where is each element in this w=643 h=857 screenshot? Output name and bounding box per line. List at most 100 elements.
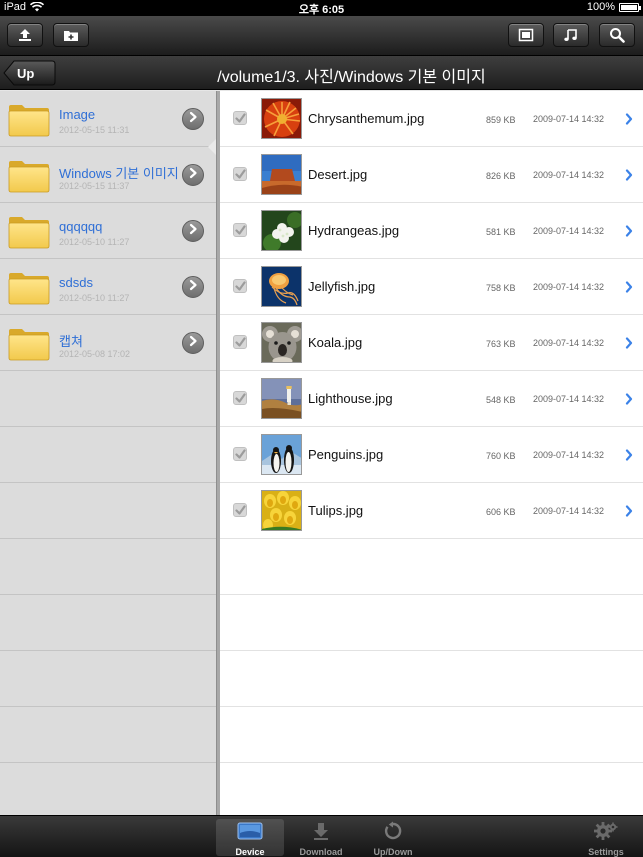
chevron-right-icon[interactable] (625, 336, 633, 354)
file-name: Lighthouse.jpg (308, 391, 393, 406)
chevron-right-icon[interactable] (625, 168, 633, 186)
file-thumbnail (261, 434, 302, 475)
disclosure-button[interactable] (182, 276, 204, 298)
tab-bar: Device Download Up/Down Settings (0, 815, 643, 857)
file-thumbnail (261, 98, 302, 139)
file-row[interactable]: Desert.jpg 826 KB 2009-07-14 14:32 (220, 147, 643, 203)
status-bar: iPad 오후 6:05 100% (0, 0, 643, 16)
folder-date: 2012-05-10 11:27 (59, 237, 130, 247)
chevron-right-icon[interactable] (625, 448, 633, 466)
file-name: Hydrangeas.jpg (308, 223, 400, 238)
folder-item[interactable]: sdsds 2012-05-10 11:27 (0, 259, 216, 315)
file-date: 2009-07-14 14:32 (533, 450, 605, 460)
music-button[interactable] (553, 23, 589, 47)
folder-icon (8, 271, 50, 310)
updown-icon (359, 821, 427, 841)
gear-icon (572, 821, 640, 841)
folder-item[interactable]: Windows 기본 이미지 2012-05-15 11:37 (0, 147, 216, 203)
folder-item[interactable]: Image 2012-05-15 11:31 (0, 91, 216, 147)
folder-icon (8, 159, 50, 198)
search-button[interactable] (599, 23, 635, 47)
disclosure-button[interactable] (182, 164, 204, 186)
tab-label: Settings (588, 847, 624, 857)
new-folder-button[interactable] (53, 23, 89, 47)
file-row[interactable]: Hydrangeas.jpg 581 KB 2009-07-14 14:32 (220, 203, 643, 259)
file-size: 758 KB (486, 283, 516, 293)
file-date: 2009-07-14 14:32 (533, 114, 605, 124)
file-thumbnail (261, 154, 302, 195)
tab-updown[interactable]: Up/Down (359, 819, 427, 857)
file-checkbox[interactable] (233, 279, 247, 293)
file-size: 581 KB (486, 227, 516, 237)
upload-icon (19, 29, 31, 41)
chevron-right-icon[interactable] (625, 224, 633, 242)
chevron-right-icon (188, 278, 198, 296)
file-checkbox[interactable] (233, 167, 247, 181)
upload-button[interactable] (7, 23, 43, 47)
tab-device[interactable]: Device (216, 819, 284, 857)
file-thumbnail (261, 378, 302, 419)
disclosure-button[interactable] (182, 108, 204, 130)
file-checkbox[interactable] (233, 447, 247, 461)
window-icon (518, 28, 534, 42)
status-time: 오후 6:05 (298, 4, 345, 16)
folder-item[interactable]: 캡쳐 2012-05-08 17:02 (0, 315, 216, 371)
file-checkbox[interactable] (233, 223, 247, 237)
chevron-right-icon[interactable] (625, 392, 633, 410)
up-button-label: Up (17, 66, 35, 81)
file-checkbox[interactable] (233, 391, 247, 405)
file-size: 606 KB (486, 507, 516, 517)
chevron-right-icon[interactable] (625, 504, 633, 522)
folder-list: Image 2012-05-15 11:31 Windows 기본 이미지 2012-… (0, 91, 216, 815)
folder-date: 2012-05-15 11:31 (59, 125, 130, 135)
file-checkbox[interactable] (233, 335, 247, 349)
folder-name: Image (59, 107, 96, 122)
file-thumbnail (261, 322, 302, 363)
file-date: 2009-07-14 14:32 (533, 226, 605, 236)
file-date: 2009-07-14 14:32 (533, 506, 605, 516)
file-size: 826 KB (486, 171, 516, 181)
file-row[interactable]: Jellyfish.jpg 758 KB 2009-07-14 14:32 (220, 259, 643, 315)
chevron-right-icon (188, 334, 198, 352)
file-row[interactable]: Lighthouse.jpg 548 KB 2009-07-14 14:32 (220, 371, 643, 427)
folder-icon (8, 215, 50, 254)
toolbar (0, 16, 643, 56)
folder-name: Windows 기본 이미지 (59, 166, 179, 181)
file-row[interactable]: Penguins.jpg 760 KB 2009-07-14 14:32 (220, 427, 643, 483)
folder-date: 2012-05-15 11:37 (59, 181, 130, 191)
folder-date: 2012-05-10 11:27 (59, 293, 130, 303)
folder-item[interactable]: qqqqqq 2012-05-10 11:27 (0, 203, 216, 259)
file-row[interactable]: Chrysanthemum.jpg 859 KB 2009-07-14 14:32 (220, 91, 643, 147)
tab-download[interactable]: Download (287, 819, 355, 857)
up-button[interactable]: Up (3, 60, 56, 86)
file-row[interactable]: Koala.jpg 763 KB 2009-07-14 14:32 (220, 315, 643, 371)
tab-label: Download (299, 847, 343, 857)
path-title: /volume1/3. 사진/Windows 기본 이미지 (217, 69, 486, 86)
chevron-right-icon[interactable] (625, 112, 633, 130)
new-folder-icon (64, 31, 78, 41)
folder-name: 캡쳐 (59, 334, 83, 349)
chevron-right-icon[interactable] (625, 280, 633, 298)
folder-icon (8, 103, 50, 142)
disclosure-button[interactable] (182, 332, 204, 354)
file-row[interactable]: Tulips.jpg 606 KB 2009-07-14 14:32 (220, 483, 643, 539)
window-button[interactable] (508, 23, 544, 47)
folder-icon (8, 327, 50, 366)
file-checkbox[interactable] (233, 111, 247, 125)
tab-settings[interactable]: Settings (572, 819, 640, 857)
file-size: 859 KB (486, 115, 516, 125)
disclosure-button[interactable] (182, 220, 204, 242)
device-icon (216, 821, 284, 841)
file-size: 763 KB (486, 339, 516, 349)
app-root: iPad 오후 6:05 100% Up /volume1/3. 사진/Wind… (0, 0, 643, 857)
file-checkbox[interactable] (233, 503, 247, 517)
file-size: 760 KB (486, 451, 516, 461)
file-thumbnail (261, 266, 302, 307)
file-list: Chrysanthemum.jpg 859 KB 2009-07-14 14:32 D… (220, 91, 643, 815)
chevron-right-icon (188, 110, 198, 128)
chevron-right-icon (188, 166, 198, 184)
download-icon (287, 821, 355, 841)
file-date: 2009-07-14 14:32 (533, 282, 605, 292)
battery-percent: 100% (586, 1, 615, 13)
search-icon (610, 28, 625, 43)
